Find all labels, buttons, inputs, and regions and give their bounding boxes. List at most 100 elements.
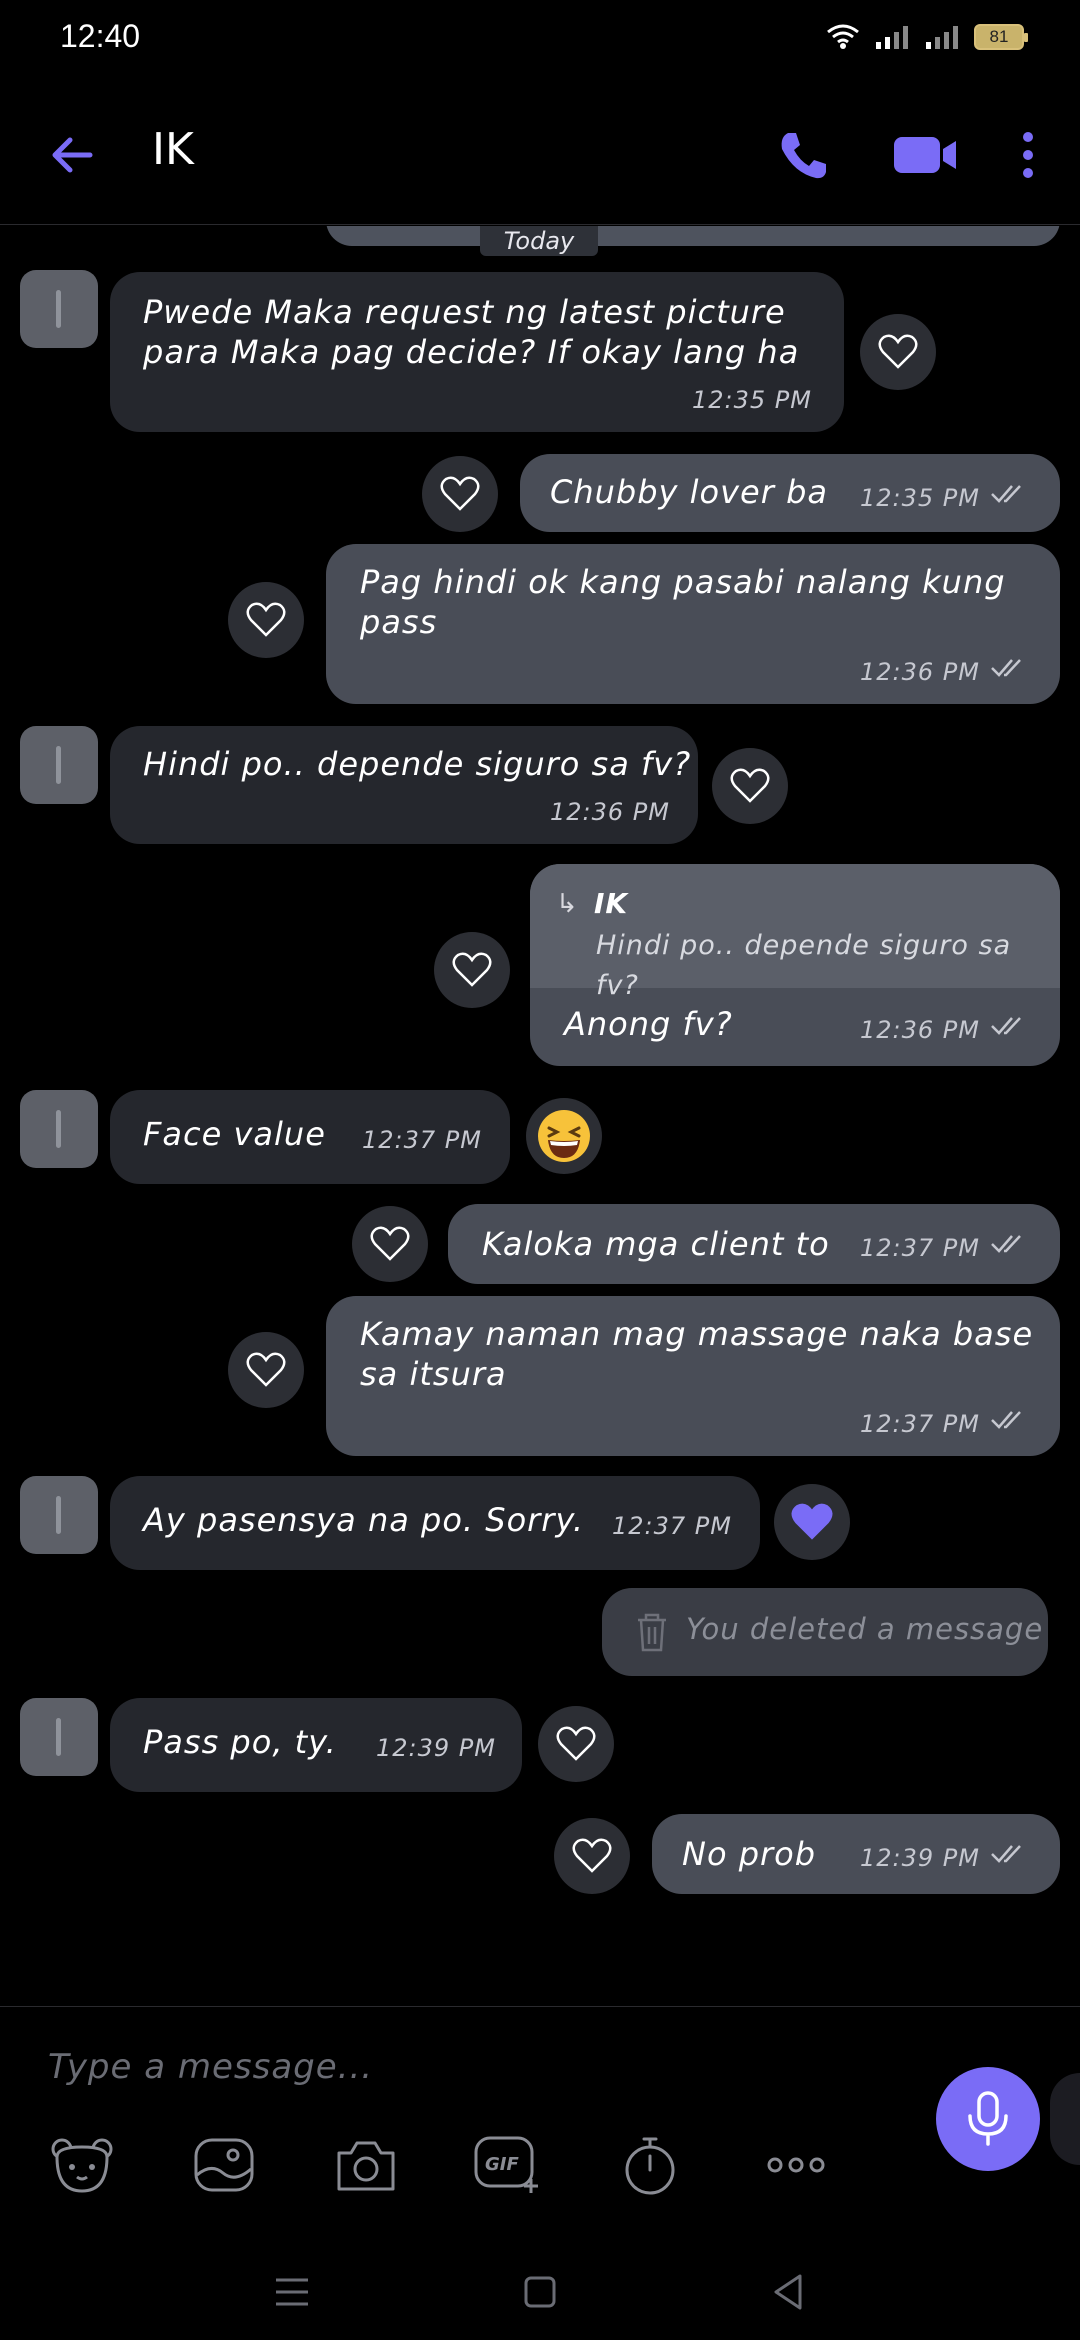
message-text: Hindi po.. depende siguro sa fv? xyxy=(143,745,692,783)
message-text: Pag hindi ok kang pasabi nalang kung xyxy=(360,563,1006,601)
message-bubble-outgoing[interactable]: Kaloka mga client to 12:37 PM xyxy=(448,1204,1060,1284)
reply-arrow-icon: ↳ xyxy=(556,889,579,919)
message-text: No prob xyxy=(682,1835,817,1873)
phone-icon[interactable] xyxy=(772,125,832,185)
more-horizontal-icon xyxy=(767,2157,825,2173)
gallery-button[interactable] xyxy=(188,2129,260,2201)
video-camera-icon[interactable] xyxy=(890,125,960,185)
message-text: Anong fv? xyxy=(564,1005,733,1043)
read-receipt-icon xyxy=(991,1845,1021,1863)
back-arrow-icon[interactable] xyxy=(42,125,102,185)
heart-icon xyxy=(370,1226,410,1261)
heart-icon xyxy=(556,1726,596,1761)
react-heart-button-active[interactable] xyxy=(774,1484,850,1560)
secondary-button-peek[interactable] xyxy=(1050,2073,1080,2165)
react-heart-button[interactable] xyxy=(434,932,510,1008)
message-text: Pwede Maka request ng latest picture xyxy=(143,293,786,331)
system-nav-bar xyxy=(0,2240,1080,2340)
react-heart-button[interactable] xyxy=(712,748,788,824)
message-text: Kamay naman mag massage naka base xyxy=(360,1315,1034,1353)
avatar[interactable] xyxy=(20,270,98,348)
message-time: 12:36 PM xyxy=(550,798,670,826)
heart-icon xyxy=(730,768,770,803)
message-text: Kaloka mga client to xyxy=(482,1225,830,1263)
sticker-button[interactable] xyxy=(46,2129,118,2201)
quoted-message[interactable]: ↳ IK Hindi po.. depende siguro sa fv? xyxy=(530,864,1060,1001)
heart-icon xyxy=(791,1503,833,1540)
message-time: 12:35 PM xyxy=(692,386,812,414)
contact-name[interactable]: IK xyxy=(152,124,194,175)
read-receipt-icon xyxy=(991,1017,1021,1035)
react-heart-button[interactable] xyxy=(352,1206,428,1282)
message-text: para Maka pag decide? If okay lang ha xyxy=(143,333,800,371)
timer-icon xyxy=(625,2137,675,2195)
message-time: 12:36 PM xyxy=(860,1016,980,1044)
message-bubble-incoming[interactable]: Pass po, ty. 12:39 PM xyxy=(110,1698,522,1792)
avatar[interactable] xyxy=(20,1698,98,1776)
avatar[interactable] xyxy=(20,1090,98,1168)
battery-indicator: 81 xyxy=(974,24,1028,50)
avatar[interactable] xyxy=(20,1476,98,1554)
message-time: 12:39 PM xyxy=(376,1734,496,1762)
read-receipt-icon xyxy=(991,659,1021,677)
message-bubble-outgoing[interactable]: Chubby lover ba 12:35 PM xyxy=(520,454,1060,532)
message-time: 12:37 PM xyxy=(362,1126,482,1154)
deleted-message-text: You deleted a message xyxy=(686,1612,1044,1646)
message-time: 12:39 PM xyxy=(860,1844,980,1872)
message-time: 12:37 PM xyxy=(860,1234,980,1262)
message-time: 12:37 PM xyxy=(860,1410,980,1438)
react-heart-button[interactable] xyxy=(538,1706,614,1782)
message-text: pass xyxy=(360,603,438,641)
react-heart-button[interactable] xyxy=(228,1332,304,1408)
reaction-emoji[interactable] xyxy=(526,1098,602,1174)
more-options-button[interactable] xyxy=(760,2129,832,2201)
message-bubble-outgoing[interactable]: Pag hindi ok kang pasabi nalang kung pas… xyxy=(326,544,1060,704)
home-icon[interactable] xyxy=(518,2270,562,2314)
heart-icon xyxy=(440,476,480,511)
wifi-icon xyxy=(827,24,859,49)
react-heart-button[interactable] xyxy=(860,314,936,390)
message-text: Pass po, ty. xyxy=(143,1723,337,1761)
message-bubble-outgoing-reply[interactable]: ↳ IK Hindi po.. depende siguro sa fv? An… xyxy=(530,864,1060,1066)
read-receipt-icon xyxy=(991,1235,1021,1253)
voice-message-button[interactable] xyxy=(936,2067,1040,2171)
date-divider: Today xyxy=(480,226,598,256)
heart-icon xyxy=(572,1838,612,1873)
message-bubble-outgoing[interactable]: No prob 12:39 PM xyxy=(652,1814,1060,1894)
status-time: 12:40 xyxy=(60,18,141,54)
status-icons: 81 xyxy=(826,24,1028,50)
timer-button[interactable] xyxy=(614,2129,686,2201)
read-receipt-icon xyxy=(991,1411,1021,1429)
react-heart-button[interactable] xyxy=(554,1818,630,1894)
gif-button[interactable]: GIF xyxy=(472,2129,544,2201)
deleted-message[interactable]: You deleted a message xyxy=(602,1588,1048,1676)
gallery-icon xyxy=(194,2138,254,2192)
message-input[interactable]: Type a message... xyxy=(48,2047,373,2087)
message-time: 12:35 PM xyxy=(860,484,980,512)
quoted-text: Hindi po.. depende siguro sa fv? xyxy=(596,930,1012,1001)
recent-apps-icon[interactable] xyxy=(270,2270,314,2314)
microphone-icon xyxy=(968,2091,1008,2146)
message-list[interactable]: Today Pwede Maka request ng latest pictu… xyxy=(0,226,1080,2006)
message-bubble-outgoing[interactable]: Kamay naman mag massage naka base sa its… xyxy=(326,1296,1060,1456)
chat-header: IK xyxy=(0,80,1080,225)
grinning-squinting-face-icon xyxy=(538,1110,590,1162)
signal-1-icon xyxy=(876,26,908,49)
message-bubble-incoming[interactable]: Face value 12:37 PM xyxy=(110,1090,510,1184)
avatar[interactable] xyxy=(20,726,98,804)
trash-icon xyxy=(638,1613,666,1652)
message-bubble-incoming[interactable]: Ay pasensya na po. Sorry. 12:37 PM xyxy=(110,1476,760,1570)
message-time: 12:37 PM xyxy=(612,1512,732,1540)
message-text: sa itsura xyxy=(360,1355,507,1393)
message-bubble-incoming[interactable]: Hindi po.. depende siguro sa fv? 12:36 P… xyxy=(110,726,698,844)
react-heart-button[interactable] xyxy=(422,456,498,532)
message-time: 12:36 PM xyxy=(860,658,980,686)
back-nav-icon[interactable] xyxy=(766,2270,810,2314)
message-text: Chubby lover ba xyxy=(550,473,828,511)
camera-button[interactable] xyxy=(330,2129,402,2201)
message-bubble-incoming[interactable]: Pwede Maka request ng latest picture par… xyxy=(110,272,844,432)
heart-icon xyxy=(246,602,286,637)
more-vertical-icon[interactable] xyxy=(1010,125,1046,185)
message-text: Ay pasensya na po. Sorry. xyxy=(143,1501,585,1539)
react-heart-button[interactable] xyxy=(228,582,304,658)
